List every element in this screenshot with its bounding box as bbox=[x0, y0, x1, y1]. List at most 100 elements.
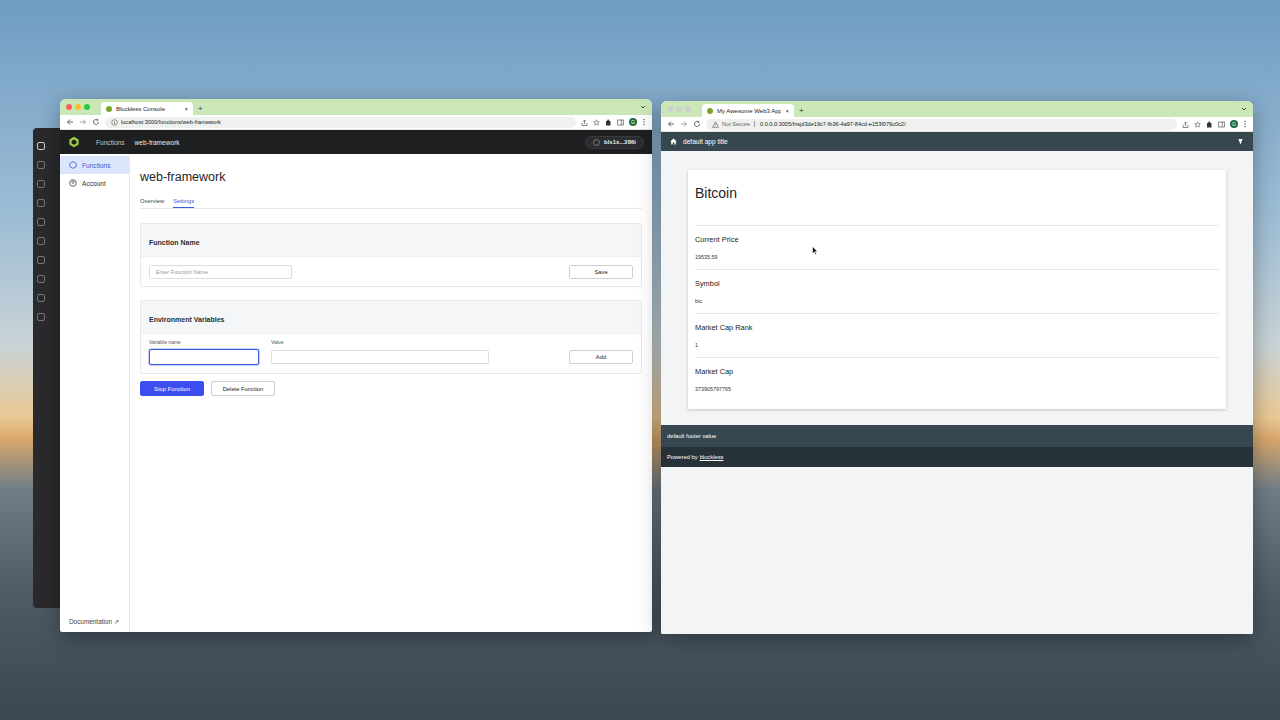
page-tab[interactable]: Settings bbox=[173, 196, 194, 208]
add-button[interactable]: Add bbox=[569, 350, 633, 364]
field-value: 1 bbox=[695, 342, 1219, 348]
sidebar: Functions Account Documentation ↗ bbox=[60, 154, 130, 632]
extensions-icon[interactable] bbox=[1206, 121, 1213, 128]
card-header: Environment Variables bbox=[141, 301, 641, 334]
activity-bar-icon[interactable] bbox=[37, 180, 45, 188]
console-body: FunctionsAccountDocumentation ↗web-frame… bbox=[60, 154, 652, 632]
breadcrumb-item[interactable]: web-framework bbox=[135, 139, 180, 146]
close-window-icon[interactable] bbox=[66, 104, 72, 110]
reload-icon[interactable] bbox=[92, 118, 100, 126]
profile-avatar[interactable]: G bbox=[1230, 120, 1238, 128]
extensions-icon[interactable] bbox=[605, 119, 612, 126]
bookmark-star-icon[interactable] bbox=[593, 119, 600, 126]
card-header: Function Name bbox=[141, 224, 641, 257]
delete-function-button[interactable]: Delete Function bbox=[211, 381, 275, 396]
maximize-window-icon[interactable] bbox=[84, 104, 90, 110]
coin-field: Market Cap Rank 1 bbox=[695, 313, 1219, 357]
new-tab-button[interactable]: + bbox=[198, 102, 203, 115]
back-arrow-icon[interactable] bbox=[667, 120, 675, 128]
close-window-icon[interactable] bbox=[667, 106, 673, 112]
page-tabs: Overview Settings bbox=[140, 196, 642, 209]
function-actions: Stop Function Delete Function bbox=[140, 381, 642, 396]
url-text: localhost:3000/functions/web-framework bbox=[121, 119, 221, 125]
field-value: 373905797765 bbox=[695, 386, 1219, 392]
save-button[interactable]: Save bbox=[569, 265, 633, 279]
blockless-link[interactable]: blockless bbox=[700, 454, 724, 460]
footer-text: default footer value bbox=[667, 433, 716, 439]
browser-toolbar: localhost:3000/functions/web-framework G bbox=[60, 115, 652, 130]
settings-content: web-framework Overview Settings Function Na… bbox=[130, 154, 652, 632]
card-heading: Function Name bbox=[149, 239, 200, 246]
address-bar[interactable]: Not Secure0.0.0.0:3005/fnsjd3de19c7-fb36… bbox=[706, 119, 1177, 130]
tab-list-icon[interactable] bbox=[638, 101, 648, 114]
browser-toolbar: Not Secure0.0.0.0:3005/fnsjd3de19c7-fb36… bbox=[661, 117, 1253, 132]
share-icon[interactable] bbox=[581, 119, 588, 126]
bookmark-star-icon[interactable] bbox=[1194, 121, 1201, 128]
field-value: 19535.59 bbox=[695, 254, 1219, 260]
value-label: Value bbox=[271, 339, 283, 345]
tab-list-icon[interactable] bbox=[1239, 103, 1249, 116]
activity-bar-icon[interactable] bbox=[37, 275, 45, 283]
profile-avatar[interactable]: G bbox=[629, 118, 637, 126]
field-label: Symbol bbox=[695, 279, 1219, 288]
share-icon[interactable] bbox=[1182, 121, 1189, 128]
field-label: Market Cap Rank bbox=[695, 323, 1219, 332]
activity-bar-icon[interactable] bbox=[37, 218, 45, 226]
sidebar-item[interactable]: Account bbox=[60, 174, 129, 192]
variable-value-input[interactable] bbox=[271, 350, 489, 364]
variable-name-input[interactable] bbox=[149, 349, 259, 365]
home-icon[interactable] bbox=[670, 138, 677, 145]
back-arrow-icon[interactable] bbox=[66, 118, 74, 126]
stop-function-button[interactable]: Stop Function bbox=[140, 381, 204, 396]
activity-bar-icon[interactable] bbox=[37, 161, 45, 169]
tab-close-button[interactable]: × bbox=[184, 106, 188, 112]
app-footer: default footer value bbox=[661, 425, 1253, 447]
favicon-icon bbox=[106, 106, 112, 112]
window-controls bbox=[66, 104, 90, 110]
activity-bar-icon[interactable] bbox=[37, 294, 45, 302]
reload-icon[interactable] bbox=[693, 120, 701, 128]
coin-field: Current Price19535.59 bbox=[695, 225, 1219, 269]
new-tab-button[interactable]: + bbox=[799, 104, 804, 117]
browser-tab[interactable]: My Awesome Web3 App × bbox=[702, 104, 794, 117]
field-label: Market Cap bbox=[695, 367, 1219, 376]
sidebar-icon[interactable] bbox=[617, 119, 624, 126]
functions-icon bbox=[69, 161, 77, 169]
activity-bar-icon[interactable] bbox=[37, 313, 45, 321]
field-value: btc bbox=[695, 298, 1219, 304]
menu-dots-icon[interactable] bbox=[642, 118, 646, 126]
browser-tab[interactable]: Blockless Console× bbox=[101, 102, 193, 115]
account-icon bbox=[69, 179, 77, 187]
sidebar-icon[interactable] bbox=[1218, 121, 1225, 128]
activity-bar-icon[interactable] bbox=[37, 142, 45, 150]
sidebar-item[interactable]: Functions bbox=[60, 156, 129, 174]
breadcrumb-item[interactable]: Functions bbox=[96, 139, 125, 146]
minimize-window-icon[interactable] bbox=[676, 106, 682, 112]
page-title: web-framework bbox=[140, 170, 642, 184]
sidebar-label: Account bbox=[82, 180, 106, 187]
activity-bar-icon[interactable] bbox=[37, 199, 45, 207]
documentation-link[interactable]: Documentation ↗ bbox=[60, 618, 129, 632]
content-wrap: BitcoinCurrent Price19535.59SymbolbtcMar… bbox=[661, 151, 1253, 425]
warning-icon bbox=[712, 121, 719, 128]
site-info-icon bbox=[111, 119, 118, 126]
blockless-logo-icon[interactable] bbox=[68, 136, 80, 148]
wallet-icon[interactable] bbox=[1237, 138, 1244, 145]
account-badge[interactable]: bls1x...286i bbox=[585, 136, 644, 149]
tab-title: My Awesome Web3 App bbox=[717, 108, 781, 114]
powered-by-bar: Powered byblockless bbox=[661, 447, 1253, 467]
console-browser-window: Blockless Console×+localhost:3000/functi… bbox=[60, 99, 652, 632]
page-tab[interactable]: Overview bbox=[140, 196, 164, 208]
address-bar[interactable]: localhost:3000/functions/web-framework bbox=[105, 117, 576, 128]
tab-close-button[interactable]: × bbox=[785, 108, 789, 114]
app-header: Functions web-framework bls1x...286i bbox=[60, 130, 652, 154]
maximize-window-icon[interactable] bbox=[685, 106, 691, 112]
tab-bar: My Awesome Web3 App × + bbox=[661, 101, 1253, 117]
activity-bar-icon[interactable] bbox=[37, 256, 45, 264]
activity-bar-icon[interactable] bbox=[37, 237, 45, 245]
function-name-input[interactable] bbox=[149, 265, 292, 279]
menu-dots-icon[interactable] bbox=[1243, 120, 1247, 128]
minimize-window-icon[interactable] bbox=[75, 104, 81, 110]
forward-arrow-icon[interactable] bbox=[79, 118, 87, 126]
forward-arrow-icon[interactable] bbox=[680, 120, 688, 128]
